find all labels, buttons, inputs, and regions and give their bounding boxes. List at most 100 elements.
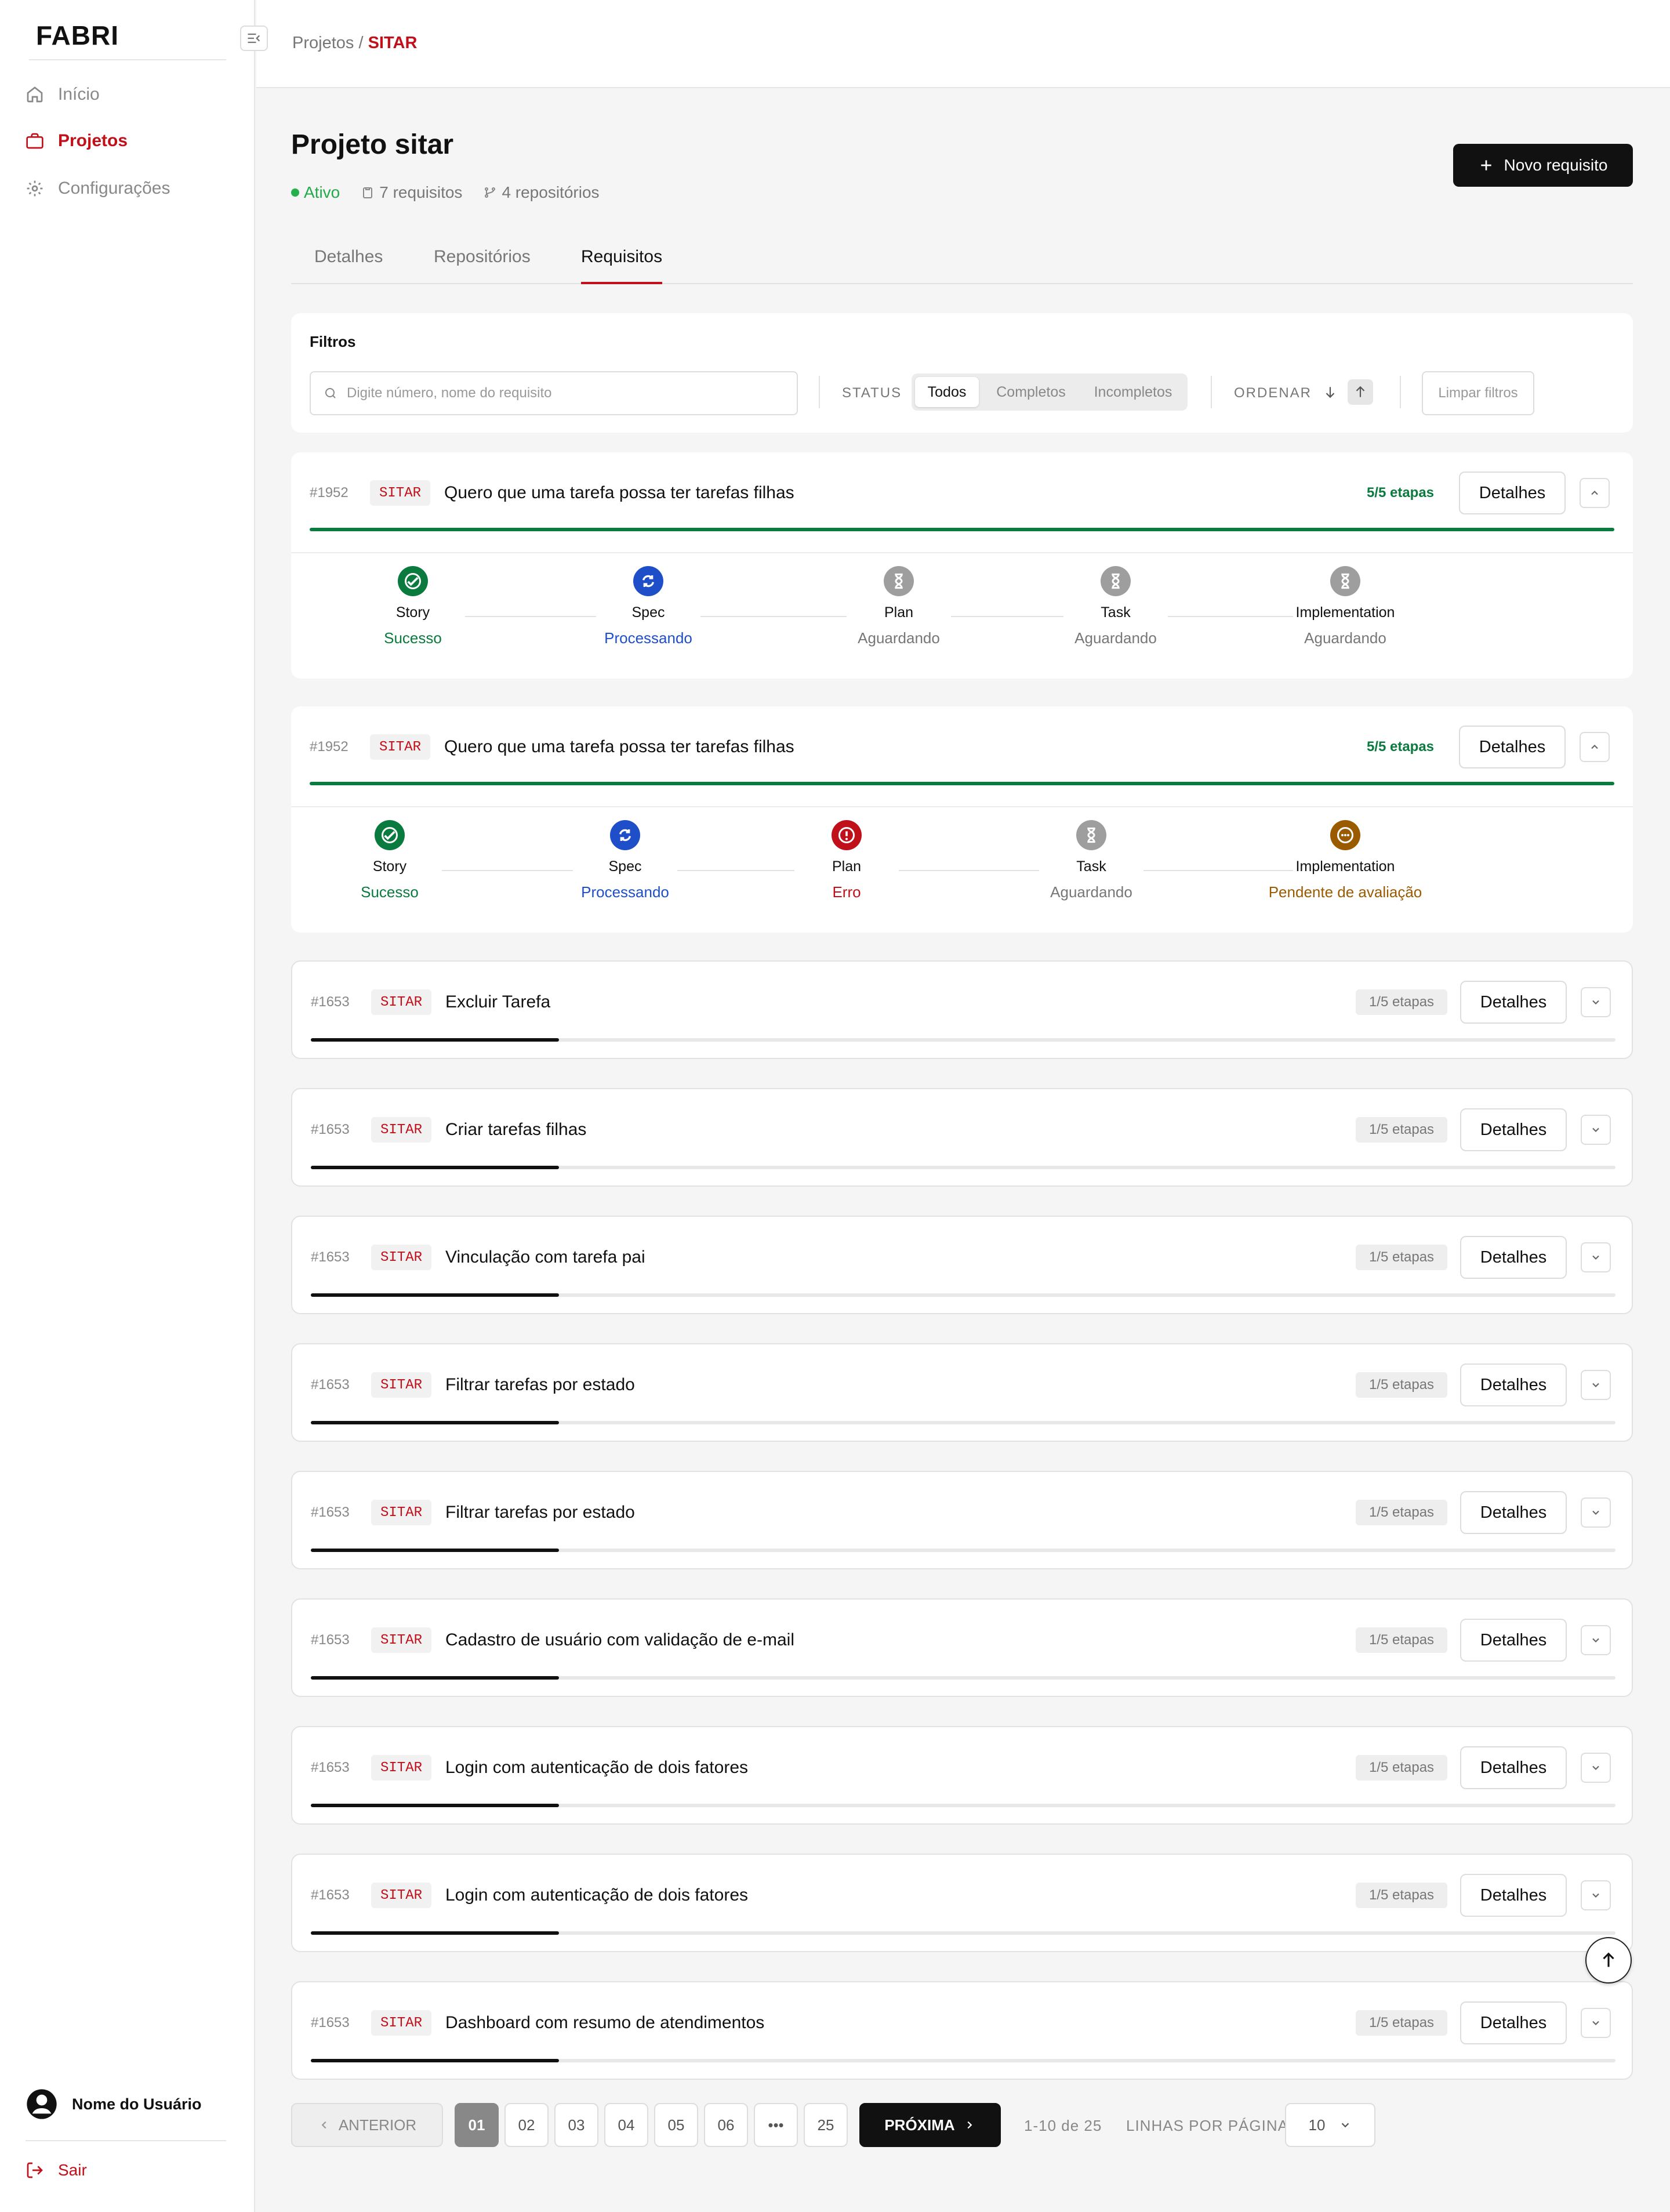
details-button[interactable]: Detalhes (1460, 2001, 1567, 2044)
stage-name: Spec (631, 604, 665, 621)
expand-toggle-button[interactable] (1581, 1242, 1611, 1272)
rows-per-page-select[interactable]: 10 (1285, 2103, 1375, 2147)
progress-fill (311, 2059, 559, 2062)
gear-icon (27, 180, 43, 197)
collapse-sidebar-button[interactable] (240, 26, 268, 51)
details-button[interactable]: Detalhes (1460, 1236, 1567, 1279)
expand-toggle-button[interactable] (1580, 478, 1610, 508)
stage-name: Spec (608, 858, 642, 875)
search-input[interactable]: Digite número, nome do requisito (310, 371, 798, 415)
expand-toggle-button[interactable] (1581, 1115, 1611, 1145)
stage-spec: Spec Processando (532, 820, 718, 901)
details-button[interactable]: Detalhes (1459, 726, 1566, 768)
progress-bar (311, 1293, 1615, 1297)
sidebar-item-projetos[interactable]: Projetos (26, 131, 128, 151)
requirements-count-label: 7 requisitos (379, 183, 463, 201)
hourglass-icon (1101, 566, 1131, 596)
requirement-id: #1653 (311, 1632, 350, 1648)
steps-badge: 1/5 etapas (1356, 2010, 1447, 2036)
tab-repositorios[interactable]: Repositórios (434, 247, 531, 284)
new-requirement-button[interactable]: Novo requisito (1453, 144, 1633, 187)
chevron-down-icon (1592, 1000, 1599, 1005)
details-button[interactable]: Detalhes (1460, 981, 1567, 1024)
logout-button[interactable]: Sair (26, 2161, 87, 2180)
details-button[interactable]: Detalhes (1460, 1746, 1567, 1789)
arrow-up-icon (1356, 386, 1365, 397)
tab-detalhes[interactable]: Detalhes (314, 247, 383, 284)
details-button[interactable]: Detalhes (1459, 472, 1566, 514)
requirement-title: Dashboard com resumo de atendimentos (445, 2013, 765, 2032)
user-profile[interactable]: Nome do Usuário (26, 2088, 202, 2120)
chevron-down-icon (1342, 2123, 1349, 2128)
requirement-card: #1653 SITAR Filtrar tarefas por estado 1… (291, 1471, 1633, 1569)
requirement-id: #1653 (311, 1122, 350, 1137)
expand-toggle-button[interactable] (1581, 1880, 1611, 1910)
filters-title: Filtros (310, 333, 356, 350)
chevron-down-icon (1592, 1638, 1599, 1642)
stage-name: Task (1076, 858, 1106, 875)
avatar-icon (27, 2089, 57, 2119)
page-button[interactable]: 04 (604, 2103, 648, 2147)
page-button[interactable]: 25 (804, 2103, 848, 2147)
details-button[interactable]: Detalhes (1460, 1108, 1567, 1151)
alert-circle-icon (832, 820, 862, 850)
top-bar: Projetos / SITAR (256, 0, 1670, 88)
project-tag: SITAR (371, 1755, 431, 1781)
stage-status: Sucesso (361, 883, 419, 901)
page-button[interactable]: 01 (455, 2103, 499, 2147)
hourglass-icon (884, 566, 914, 596)
expand-toggle-button[interactable] (1581, 987, 1611, 1017)
progress-fill (311, 1038, 559, 1042)
sort-descending-button[interactable] (1317, 379, 1343, 405)
clipboard-icon (363, 187, 373, 198)
previous-page-button[interactable]: ANTERIOR (291, 2103, 443, 2147)
expand-toggle-button[interactable] (1581, 1370, 1611, 1400)
stage-status: Erro (832, 883, 861, 901)
page-button[interactable]: 03 (554, 2103, 598, 2147)
project-tag: SITAR (371, 1117, 431, 1143)
project-tag: SITAR (371, 2010, 431, 2036)
expand-toggle-button[interactable] (1580, 732, 1610, 762)
page-button[interactable]: 02 (504, 2103, 549, 2147)
stage-name: Task (1101, 604, 1131, 621)
steps-badge: 1/5 etapas (1356, 1500, 1447, 1525)
details-button[interactable]: Detalhes (1460, 1364, 1567, 1406)
requirement-title: Vinculação com tarefa pai (445, 1248, 645, 1267)
details-button[interactable]: Detalhes (1460, 1619, 1567, 1662)
breadcrumb-link-projetos[interactable]: Projetos (292, 34, 354, 52)
expand-toggle-button[interactable] (1581, 1753, 1611, 1783)
filter-divider (1211, 376, 1212, 408)
steps-badge: 1/5 etapas (1356, 1755, 1447, 1781)
progress-bar (310, 782, 1614, 785)
sort-ascending-button[interactable] (1348, 379, 1373, 405)
page-button[interactable]: 05 (654, 2103, 698, 2147)
requirement-title: Cadastro de usuário com validação de e-m… (445, 1630, 794, 1649)
progress-fill (311, 1549, 559, 1552)
sidebar-item-inicio[interactable]: Início (26, 85, 100, 104)
status-option-incompletos[interactable]: Incompletos (1082, 377, 1184, 407)
expand-toggle-button[interactable] (1581, 1625, 1611, 1655)
stage-status: Aguardando (1050, 883, 1132, 901)
page-button[interactable]: 06 (704, 2103, 748, 2147)
progress-bar (311, 1549, 1615, 1552)
status-option-completos[interactable]: Completos (983, 377, 1079, 407)
expand-toggle-button[interactable] (1581, 1497, 1611, 1528)
clear-filters-button[interactable]: Limpar filtros (1422, 371, 1534, 415)
steps-badge: 1/5 etapas (1356, 1627, 1447, 1653)
next-page-button[interactable]: PRÓXIMA (859, 2103, 1001, 2147)
details-button[interactable]: Detalhes (1460, 1491, 1567, 1534)
stage-name: Implementation (1295, 604, 1395, 621)
repositories-count: 4 repositórios (483, 183, 600, 202)
status-option-todos[interactable]: Todos (915, 377, 979, 407)
progress-bar (311, 1166, 1615, 1169)
steps-badge: 1/5 etapas (1356, 989, 1447, 1015)
tab-requisitos[interactable]: Requisitos (581, 247, 663, 284)
page-range: 1-10 de 25 (1024, 2117, 1102, 2134)
sidebar-item-configuracoes[interactable]: Configurações (26, 179, 170, 198)
scroll-to-top-button[interactable] (1585, 1937, 1632, 1983)
requirement-card: #1653 SITAR Cadastro de usuário com vali… (291, 1598, 1633, 1697)
stage-status: Pendente de avaliação (1268, 883, 1422, 901)
expand-toggle-button[interactable] (1581, 2008, 1611, 2038)
breadcrumb-current: SITAR (368, 34, 418, 52)
details-button[interactable]: Detalhes (1460, 1874, 1567, 1917)
